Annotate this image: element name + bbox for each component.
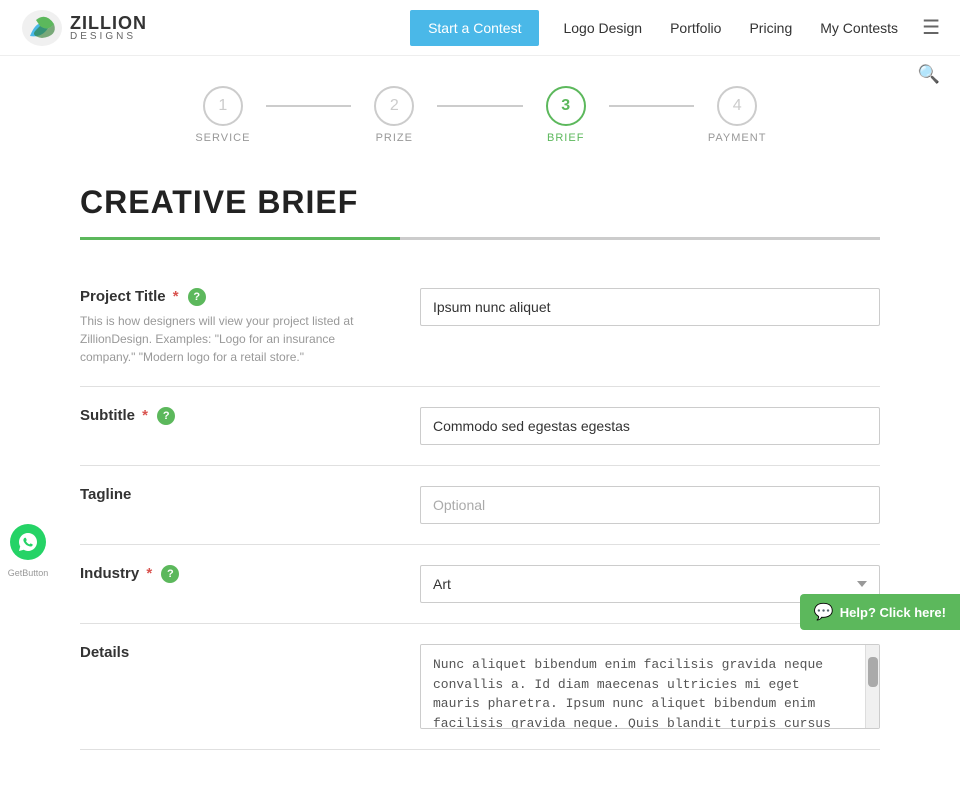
tagline-input-area — [420, 486, 880, 524]
form-row-tagline: Tagline — [80, 466, 880, 545]
step-brief: 3 BRIEF — [523, 86, 609, 144]
stepper-container: 1 SERVICE 2 PRIZE 3 BRIEF 4 PAYMENT — [0, 56, 960, 164]
nav-portfolio[interactable]: Portfolio — [656, 12, 735, 44]
form-row-details: Details Nunc aliquet bibendum enim facil… — [80, 624, 880, 750]
industry-help-icon[interactable]: ? — [161, 565, 179, 583]
subtitle-required: * — [138, 407, 148, 424]
hamburger-menu-icon[interactable]: ☰ — [922, 15, 940, 40]
nav-logo-design[interactable]: Logo Design — [549, 12, 656, 44]
help-button[interactable]: 💬 Help? Click here! — [800, 594, 960, 630]
logo-designs: DESIGNS — [70, 32, 147, 42]
start-contest-button[interactable]: Start a Contest — [410, 10, 539, 46]
logo-icon — [20, 8, 64, 48]
subtitle-label: Subtitle * ? — [80, 407, 175, 424]
step-payment: 4 PAYMENT — [694, 86, 780, 144]
stepper: 1 SERVICE 2 PRIZE 3 BRIEF 4 PAYMENT — [180, 86, 780, 144]
subtitle-input[interactable] — [420, 407, 880, 445]
step-connector-1-2 — [266, 105, 352, 107]
tagline-label-area: Tagline — [80, 486, 380, 503]
details-label-area: Details — [80, 644, 380, 661]
step-circle-1: 1 — [203, 86, 243, 126]
step-label-payment: PAYMENT — [708, 132, 767, 144]
nav-links: Start a Contest Logo Design Portfolio Pr… — [410, 10, 940, 46]
nav-my-contests[interactable]: My Contests — [806, 12, 912, 44]
step-circle-2: 2 — [374, 86, 414, 126]
step-label-prize: PRIZE — [376, 132, 413, 144]
details-textarea-wrapper: Nunc aliquet bibendum enim facilisis gra… — [420, 644, 880, 729]
form-row-subtitle: Subtitle * ? — [80, 387, 880, 466]
getbutton-label: GetButton — [0, 568, 56, 578]
step-label-service: SERVICE — [195, 132, 250, 144]
nav-pricing[interactable]: Pricing — [735, 12, 806, 44]
title-underline — [80, 237, 880, 240]
industry-label-area: Industry * ? — [80, 565, 380, 583]
chat-icon: 💬 — [814, 602, 834, 622]
subtitle-help-icon[interactable]: ? — [157, 407, 175, 425]
details-textarea[interactable]: Nunc aliquet bibendum enim facilisis gra… — [421, 645, 879, 728]
subtitle-label-text: Subtitle — [80, 407, 135, 424]
form-row-industry: Industry * ? Art Technology Fashion Fina… — [80, 545, 880, 624]
project-title-label-area: Project Title * ? This is how designers … — [80, 288, 380, 366]
project-title-required: * — [169, 288, 179, 305]
whatsapp-icon — [18, 532, 38, 552]
tagline-input[interactable] — [420, 486, 880, 524]
step-circle-4: 4 — [717, 86, 757, 126]
details-label: Details — [80, 644, 129, 661]
step-prize: 2 PRIZE — [351, 86, 437, 144]
logo-area: ZILLION DESIGNS — [20, 8, 147, 48]
main-content: CREATIVE BRIEF Project Title * ? This is… — [0, 164, 960, 790]
textarea-scrollbar[interactable] — [865, 645, 879, 728]
help-button-label: Help? Click here! — [840, 605, 946, 620]
project-title-label-text: Project Title — [80, 288, 166, 305]
project-title-hint: This is how designers will view your pro… — [80, 312, 380, 366]
industry-label: Industry * ? — [80, 565, 179, 582]
scrollbar-thumb — [868, 657, 878, 687]
subtitle-input-area — [420, 407, 880, 445]
tagline-label: Tagline — [80, 486, 131, 503]
step-label-brief: BRIEF — [547, 132, 584, 144]
logo-zillion: ZILLION — [70, 14, 147, 32]
subtitle-label-area: Subtitle * ? — [80, 407, 380, 425]
industry-required: * — [142, 565, 152, 582]
page-title: CREATIVE BRIEF — [80, 184, 880, 221]
step-circle-3: 3 — [546, 86, 586, 126]
project-title-input-area — [420, 288, 880, 326]
project-title-help-icon[interactable]: ? — [188, 288, 206, 306]
header: ZILLION DESIGNS Start a Contest Logo Des… — [0, 0, 960, 56]
logo-text-area: ZILLION DESIGNS — [70, 14, 147, 42]
project-title-input[interactable] — [420, 288, 880, 326]
details-input-area: Nunc aliquet bibendum enim facilisis gra… — [420, 644, 880, 729]
whatsapp-button[interactable] — [10, 524, 46, 560]
project-title-label: Project Title * ? — [80, 288, 206, 305]
step-connector-2-3 — [437, 105, 523, 107]
step-connector-3-4 — [609, 105, 695, 107]
form-row-project-title: Project Title * ? This is how designers … — [80, 268, 880, 387]
industry-label-text: Industry — [80, 565, 139, 582]
step-service: 1 SERVICE — [180, 86, 266, 144]
